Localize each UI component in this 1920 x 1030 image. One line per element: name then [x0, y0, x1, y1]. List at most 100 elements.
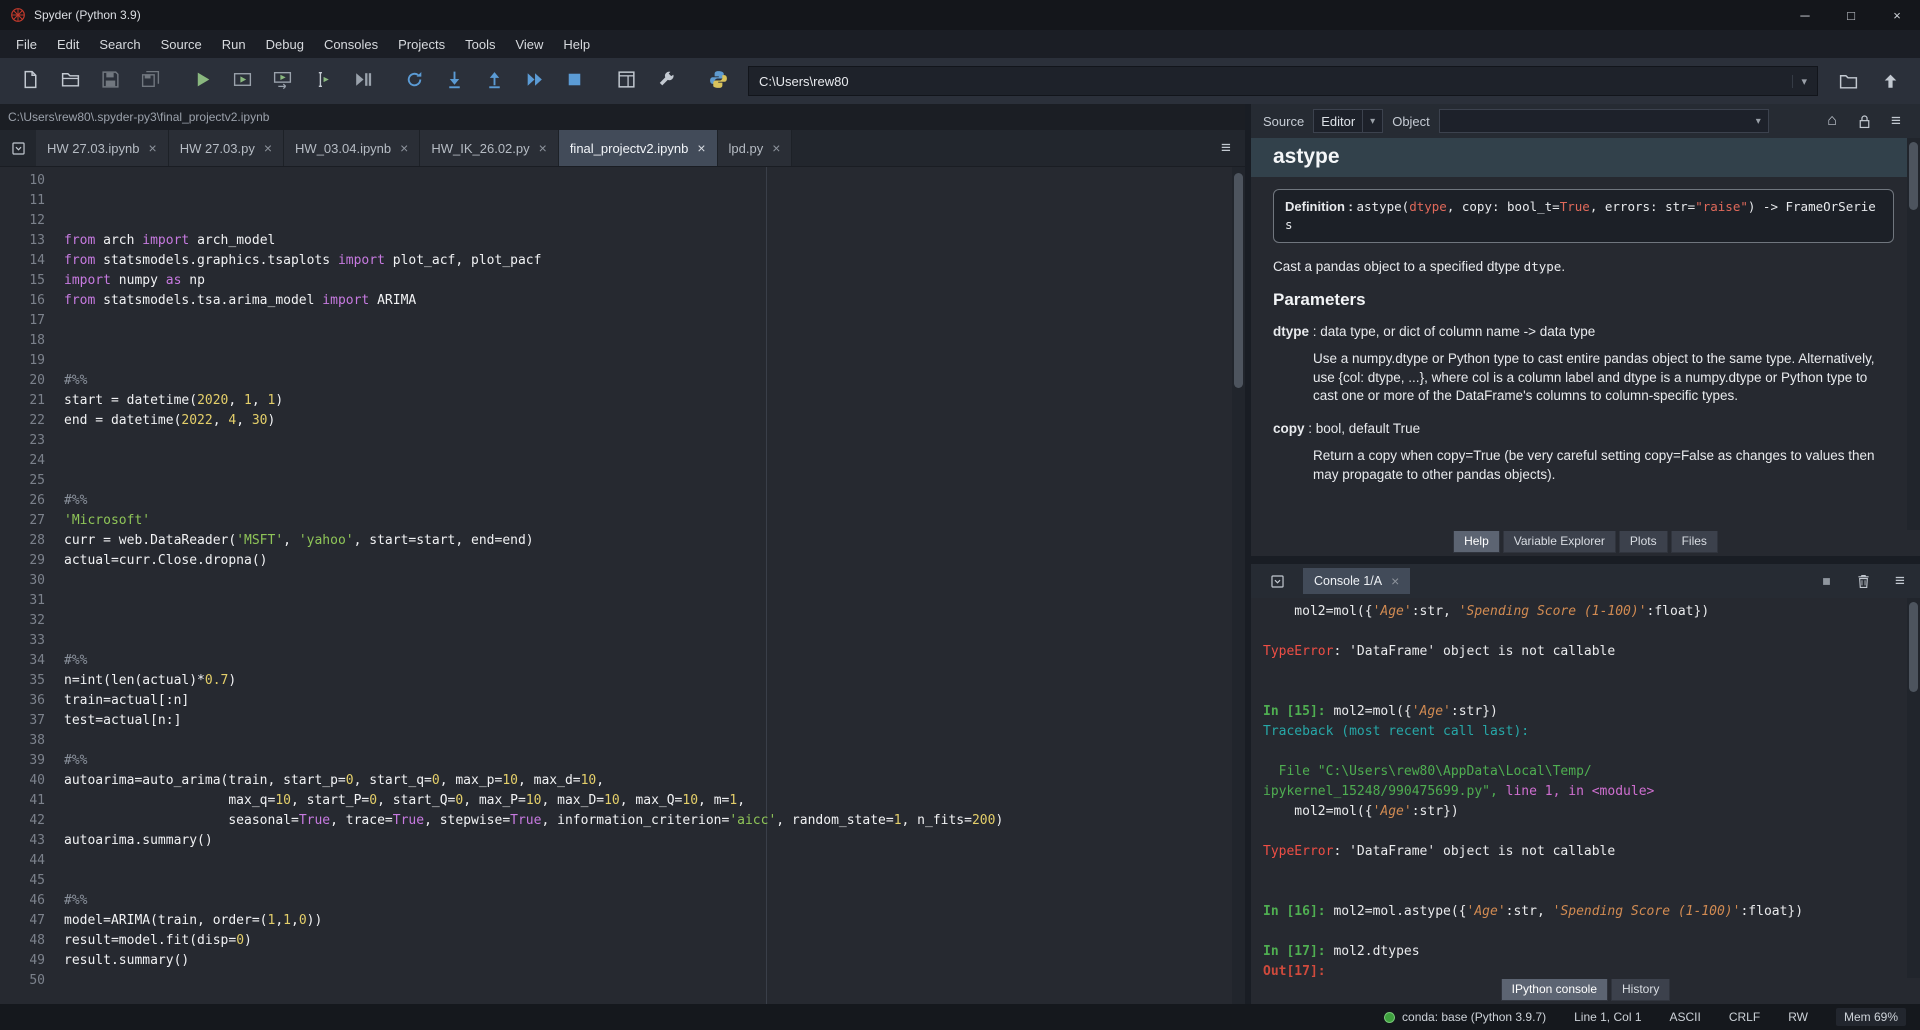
- run-button[interactable]: [182, 62, 222, 100]
- editor-tab[interactable]: HW 27.03.ipynb×: [36, 130, 169, 166]
- minimize-button[interactable]: ─: [1782, 0, 1828, 30]
- menu-help[interactable]: Help: [553, 33, 600, 56]
- code-line: from statsmodels.graphics.tsaplots impor…: [64, 251, 1232, 271]
- run-cell-button[interactable]: [222, 62, 262, 100]
- new-file-button[interactable]: [10, 62, 50, 100]
- eol-status: CRLF: [1729, 1010, 1760, 1024]
- run-cell-advance-button[interactable]: [262, 62, 302, 100]
- readwrite-status: RW: [1788, 1010, 1808, 1024]
- maximize-button[interactable]: □: [1828, 0, 1874, 30]
- help-object-combobox[interactable]: ▾: [1439, 109, 1769, 133]
- line-number: 28: [0, 531, 45, 551]
- editor-tab[interactable]: HW_03.04.ipynb×: [284, 130, 420, 166]
- close-tab-icon[interactable]: ×: [400, 141, 408, 155]
- step-into-button[interactable]: [434, 62, 474, 100]
- pythonpath-button[interactable]: [698, 62, 738, 100]
- rerun-icon: [404, 69, 425, 93]
- save-button[interactable]: [90, 62, 130, 100]
- menu-file[interactable]: File: [6, 33, 47, 56]
- close-tab-icon[interactable]: ×: [539, 141, 547, 155]
- browse-working-directory-button[interactable]: [1828, 62, 1868, 100]
- line-number: 16: [0, 291, 45, 311]
- console-tab[interactable]: Console 1/A ×: [1303, 568, 1410, 594]
- code-line: [64, 991, 1232, 1004]
- save-all-button[interactable]: [130, 62, 170, 100]
- close-tab-icon[interactable]: ×: [697, 141, 705, 155]
- console-line: [1263, 922, 1902, 942]
- menu-run[interactable]: Run: [212, 33, 256, 56]
- menu-edit[interactable]: Edit: [47, 33, 89, 56]
- close-button[interactable]: ×: [1874, 0, 1920, 30]
- editor-options-menu-icon[interactable]: ≡: [1207, 130, 1245, 166]
- rerun-button[interactable]: [394, 62, 434, 100]
- help-scrollbar[interactable]: [1907, 138, 1920, 530]
- encoding-status: ASCII: [1670, 1010, 1701, 1024]
- editor-tab-label: lpd.py: [729, 141, 764, 156]
- menu-search[interactable]: Search: [89, 33, 150, 56]
- pane-tab-help[interactable]: Help: [1453, 531, 1500, 553]
- line-number: 23: [0, 431, 45, 451]
- remove-console-icon[interactable]: [1851, 573, 1875, 590]
- editor-scrollbar-thumb[interactable]: [1234, 173, 1243, 388]
- horizontal-splitter[interactable]: [1251, 556, 1920, 564]
- run-selection-button[interactable]: [302, 62, 342, 100]
- combo-divider: [1362, 110, 1363, 132]
- browse-tabs-icon[interactable]: [1259, 573, 1295, 590]
- code-editor[interactable]: 1011121314151617181920212223242526272829…: [0, 167, 1245, 1004]
- help-source-select[interactable]: Editor ▾: [1313, 109, 1383, 133]
- editor-tab[interactable]: HW_IK_26.02.py×: [420, 130, 558, 166]
- parent-directory-button[interactable]: [1870, 62, 1910, 100]
- menu-debug[interactable]: Debug: [256, 33, 314, 56]
- menu-projects[interactable]: Projects: [388, 33, 455, 56]
- code-line: test=actual[n:]: [64, 711, 1232, 731]
- home-icon[interactable]: ⌂: [1820, 112, 1844, 130]
- toolbar-separator: [382, 62, 394, 100]
- debug-file-button[interactable]: [342, 62, 382, 100]
- open-file-button[interactable]: [50, 62, 90, 100]
- menu-source[interactable]: Source: [151, 33, 212, 56]
- pane-tab-ipython-console[interactable]: IPython console: [1501, 979, 1608, 1001]
- code-line: #%%: [64, 891, 1232, 911]
- help-scrollbar-thumb[interactable]: [1909, 142, 1918, 210]
- stop-button[interactable]: [554, 62, 594, 100]
- interrupt-kernel-icon[interactable]: [1814, 573, 1838, 590]
- code-line: [64, 451, 1232, 471]
- lock-icon[interactable]: [1852, 113, 1876, 130]
- help-content: astype Definition : astype(dtype, copy: …: [1251, 138, 1920, 530]
- console-line: [1263, 742, 1902, 762]
- code-line: from arch import arch_model: [64, 231, 1232, 251]
- menu-view[interactable]: View: [505, 33, 553, 56]
- close-tab-icon[interactable]: ×: [149, 141, 157, 155]
- console-scrollbar-thumb[interactable]: [1909, 602, 1918, 692]
- editor-tab[interactable]: final_projectv2.ipynb×: [559, 130, 718, 166]
- working-directory-combobox[interactable]: C:\Users\rew80 ▾: [748, 66, 1818, 96]
- close-console-icon[interactable]: ×: [1391, 574, 1399, 588]
- console-scrollbar[interactable]: [1907, 598, 1920, 978]
- maximize-pane-button[interactable]: [606, 62, 646, 100]
- console-options-menu-icon[interactable]: ≡: [1888, 571, 1912, 591]
- chevron-down-icon[interactable]: ▾: [1792, 75, 1807, 88]
- help-toolbar: Source Editor ▾ Object ▾ ⌂ ≡: [1251, 104, 1920, 138]
- pane-tab-variable-explorer[interactable]: Variable Explorer: [1503, 531, 1616, 553]
- editor-code[interactable]: from arch import arch_modelfrom statsmod…: [54, 167, 1232, 1004]
- menu-tools[interactable]: Tools: [455, 33, 505, 56]
- close-tab-icon[interactable]: ×: [264, 141, 272, 155]
- help-param-desc: Return a copy when copy=True (be very ca…: [1313, 447, 1894, 484]
- editor-scrollbar[interactable]: [1232, 167, 1245, 1004]
- preferences-button[interactable]: [646, 62, 686, 100]
- continue-execution-button[interactable]: [514, 62, 554, 100]
- close-tab-icon[interactable]: ×: [772, 141, 780, 155]
- editor-tab[interactable]: lpd.py ×: [718, 130, 793, 166]
- editor-tab[interactable]: HW 27.03.py×: [169, 130, 284, 166]
- console-output[interactable]: mol2=mol({'Age':str, 'Spending Score (1-…: [1251, 598, 1920, 978]
- code-line: [64, 431, 1232, 451]
- step-out-button[interactable]: [474, 62, 514, 100]
- help-options-menu-icon[interactable]: ≡: [1884, 111, 1908, 131]
- pane-tab-plots[interactable]: Plots: [1619, 531, 1668, 553]
- menu-consoles[interactable]: Consoles: [314, 33, 388, 56]
- pane-tab-history[interactable]: History: [1611, 979, 1670, 1001]
- pane-tab-files[interactable]: Files: [1671, 531, 1718, 553]
- browse-tabs-icon[interactable]: [0, 130, 36, 166]
- run-cell-icon: [232, 69, 253, 93]
- statusbar: conda: base (Python 3.9.7) Line 1, Col 1…: [0, 1004, 1920, 1030]
